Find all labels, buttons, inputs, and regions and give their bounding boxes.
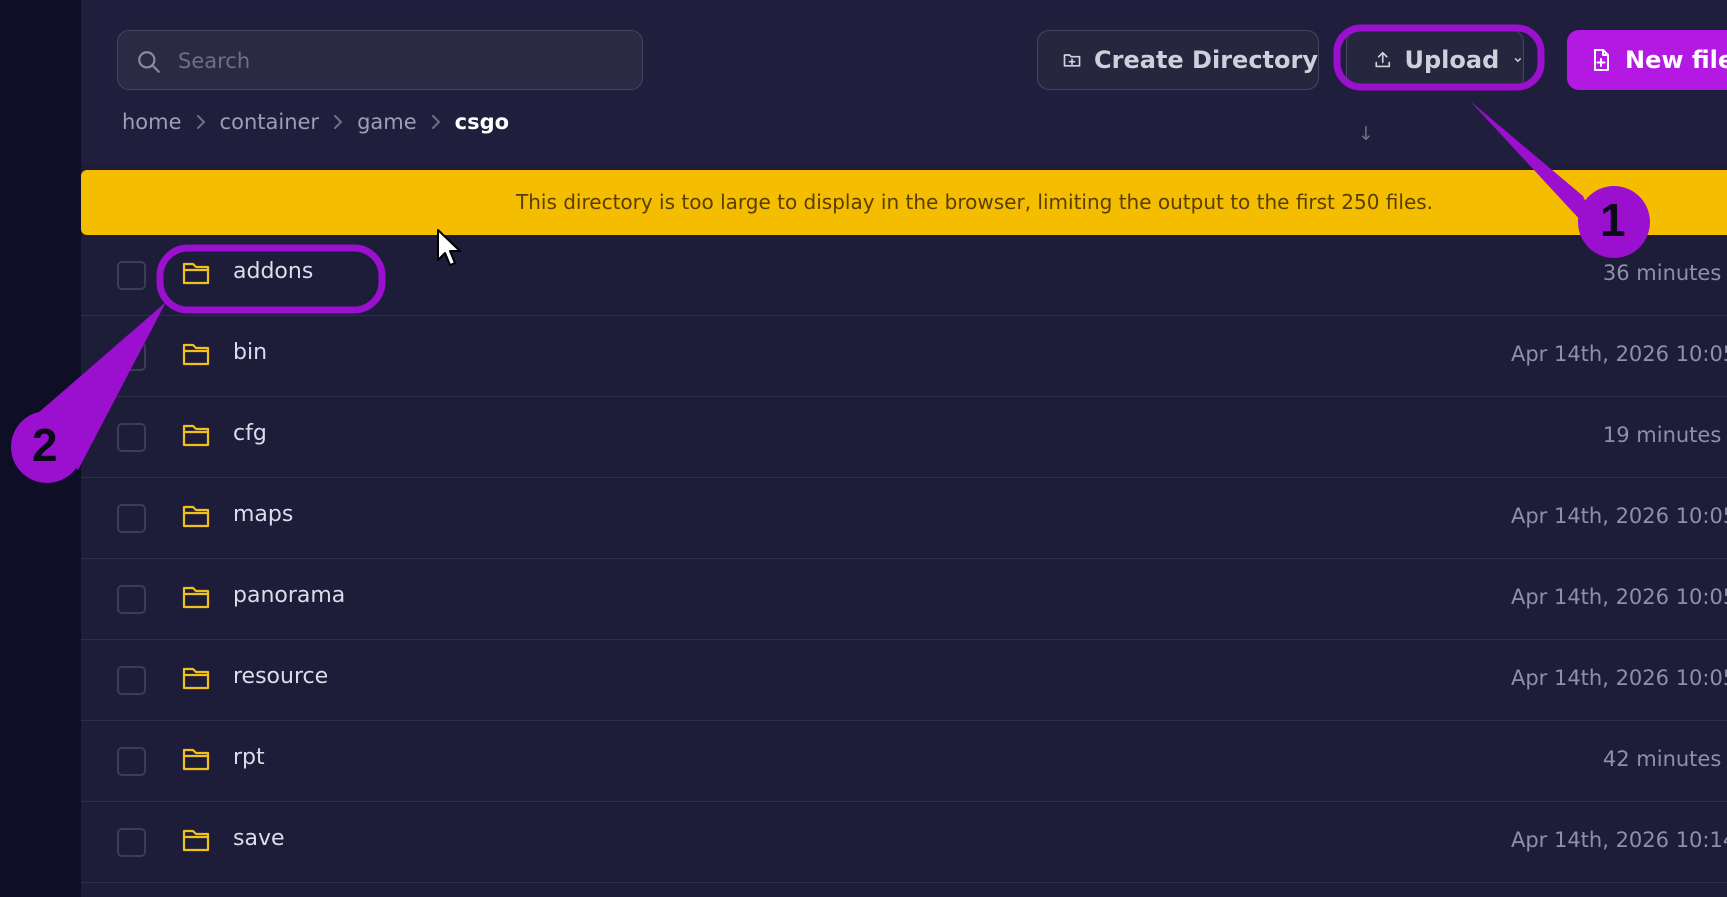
row-checkbox[interactable] [117,747,146,776]
breadcrumb-current: csgo [454,110,510,134]
file-name[interactable]: save [233,826,285,851]
file-name[interactable]: maps [233,502,293,527]
file-row-rpt[interactable]: rpt 42 minutes ago [81,721,1727,802]
breadcrumb-item-home[interactable]: home [122,110,182,134]
file-row-addons[interactable]: addons 36 minutes ago [81,235,1727,316]
file-list: addons 36 minutes ago bin Apr 14th, 2026… [81,235,1727,883]
file-modified: 42 minutes ago [1602,747,1727,771]
chevron-right-icon [195,113,207,131]
file-row-maps[interactable]: maps Apr 14th, 2026 10:05PM [81,478,1727,559]
warning-banner: This directory is too large to display i… [81,170,1727,235]
folder-icon [182,586,210,609]
file-name[interactable]: cfg [233,421,267,446]
file-name[interactable]: resource [233,664,328,689]
chevron-right-icon [332,113,344,131]
row-checkbox[interactable] [117,666,146,695]
file-modified: Apr 14th, 2026 10:05PM [1510,666,1727,690]
chevron-down-icon [1514,58,1522,63]
file-modified: Apr 14th, 2026 10:05PM [1510,585,1727,609]
callout-1-label: 1 [1600,194,1626,246]
file-row-bin[interactable]: bin Apr 14th, 2026 10:05PM [81,316,1727,397]
mouse-cursor-icon [437,229,461,266]
folder-icon [182,667,210,690]
callout-2-label: 2 [32,419,58,471]
folder-icon [182,748,210,771]
file-modified: Apr 14th, 2026 10:05PM [1510,342,1727,366]
row-checkbox[interactable] [117,585,146,614]
upload-button[interactable]: Upload [1346,30,1524,90]
file-modified: 36 minutes ago [1602,261,1727,285]
file-row-cfg[interactable]: cfg 19 minutes ago [81,397,1727,478]
row-checkbox[interactable] [117,423,146,452]
warning-banner-text: This directory is too large to display i… [516,190,1434,214]
file-manager: Create Directory Upload New file home co… [81,0,1727,897]
search-input[interactable] [176,31,620,91]
row-checkbox[interactable] [117,342,146,371]
file-name[interactable]: bin [233,340,267,365]
search-box [117,30,643,91]
folder-icon [182,505,210,528]
folder-icon [182,424,210,447]
folder-icon [182,829,210,852]
file-plus-icon [1594,49,1609,71]
file-modified: 19 minutes ago [1602,423,1727,447]
new-file-label: New file [1625,46,1727,74]
chevron-right-icon [430,113,442,131]
breadcrumb: home container game csgo [122,108,509,136]
create-directory-label: Create Directory [1094,46,1318,74]
file-row-save[interactable]: save Apr 14th, 2026 10:14PM [81,802,1727,883]
file-name[interactable]: panorama [233,583,345,608]
folder-icon [182,262,210,285]
breadcrumb-item-container[interactable]: container [220,110,320,134]
folder-icon [182,343,210,366]
row-checkbox[interactable] [117,504,146,533]
search-icon [138,51,160,73]
row-checkbox[interactable] [117,828,146,857]
sort-arrow-icon[interactable]: ↓ [1358,123,1374,145]
file-modified: Apr 14th, 2026 10:05PM [1510,504,1727,528]
row-checkbox[interactable] [117,261,146,290]
upload-label: Upload [1404,46,1500,74]
file-manager-header: Create Directory Upload New file home co… [81,0,1727,165]
file-row-panorama[interactable]: panorama Apr 14th, 2026 10:05PM [81,559,1727,640]
new-file-button[interactable]: New file [1567,30,1727,90]
file-name[interactable]: addons [233,259,313,284]
file-row-resource[interactable]: resource Apr 14th, 2026 10:05PM [81,640,1727,721]
breadcrumb-item-game[interactable]: game [357,110,417,134]
file-name[interactable]: rpt [233,745,265,770]
folder-plus-icon [1063,54,1081,67]
create-directory-button[interactable]: Create Directory [1037,30,1319,90]
file-modified: Apr 14th, 2026 10:14PM [1510,828,1727,852]
upload-icon [1375,51,1391,68]
